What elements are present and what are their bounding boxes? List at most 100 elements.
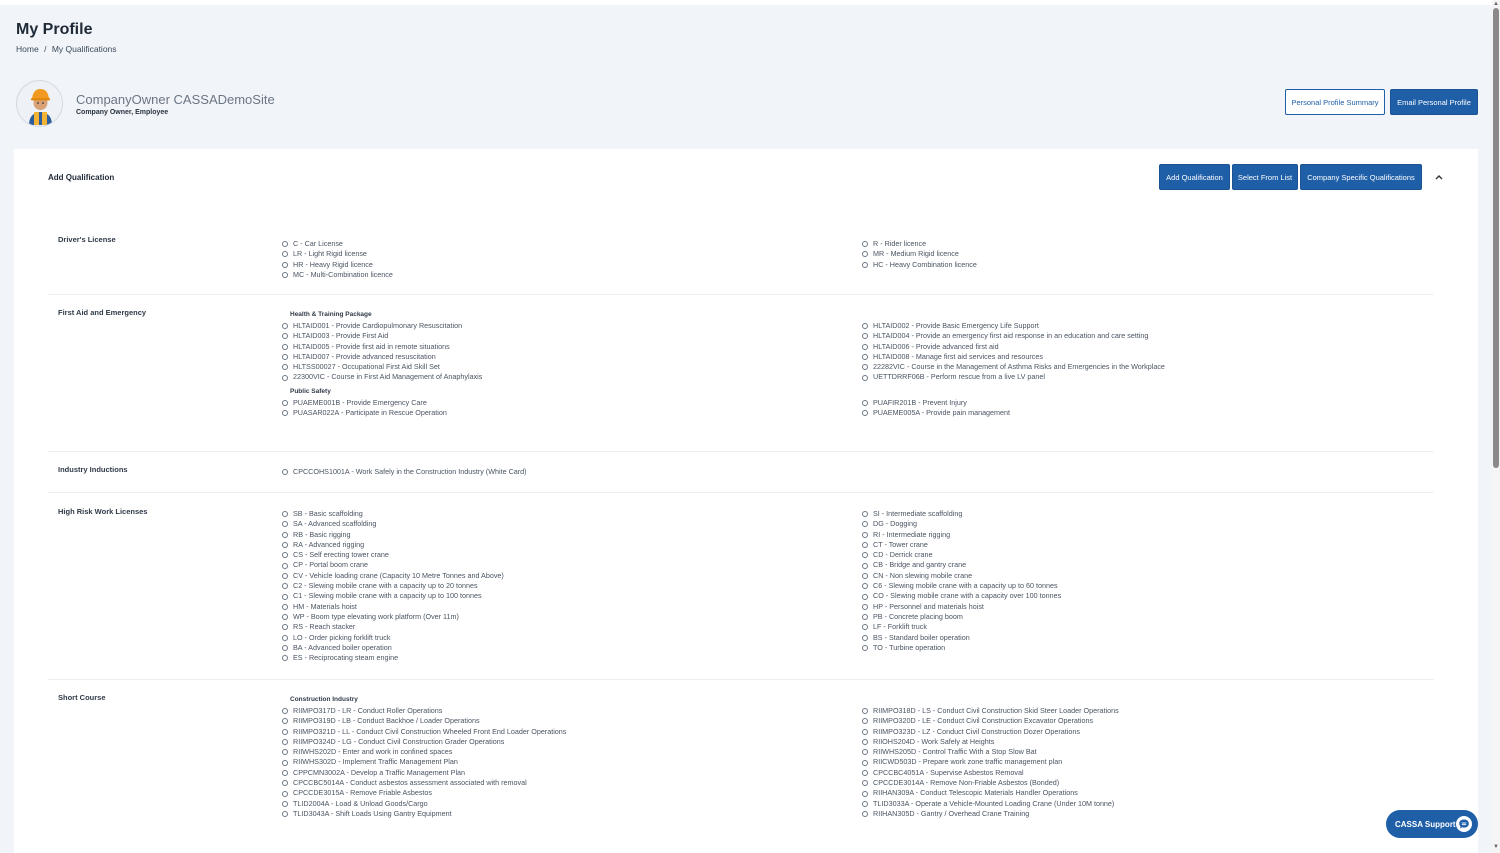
qualification-option[interactable]: CD - Derrick crane bbox=[862, 550, 1061, 560]
qualification-option[interactable]: SI - Intermediate scaffolding bbox=[862, 509, 1061, 519]
qualification-option[interactable]: HLTAID007 - Provide advanced resuscitati… bbox=[282, 352, 482, 362]
radio-icon[interactable] bbox=[282, 634, 288, 641]
radio-icon[interactable] bbox=[282, 728, 288, 735]
radio-icon[interactable] bbox=[282, 261, 288, 268]
qualification-option[interactable]: RIICWD503D - Prepare work zone traffic m… bbox=[862, 757, 1119, 767]
qualification-option[interactable]: TLID2004A - Load & Unload Goods/Cargo bbox=[282, 799, 566, 809]
qualification-option[interactable]: CO - Slewing mobile crane with a capacit… bbox=[862, 591, 1061, 601]
qualification-option[interactable]: HC - Heavy Combination licence bbox=[862, 260, 977, 270]
radio-icon[interactable] bbox=[282, 333, 288, 340]
radio-icon[interactable] bbox=[282, 531, 288, 538]
qualification-option[interactable]: RB - Basic rigging bbox=[282, 530, 504, 540]
radio-icon[interactable] bbox=[862, 323, 868, 330]
qualification-option[interactable]: UETTDRRF06B - Perform rescue from a live… bbox=[862, 372, 1165, 382]
radio-icon[interactable] bbox=[862, 780, 868, 787]
qualification-option[interactable]: HR - Heavy Rigid licence bbox=[282, 260, 393, 270]
radio-icon[interactable] bbox=[862, 645, 868, 651]
radio-icon[interactable] bbox=[862, 790, 868, 797]
qualification-option[interactable]: WP - Boom type elevating work platform (… bbox=[282, 612, 504, 622]
radio-icon[interactable] bbox=[862, 614, 868, 621]
radio-icon[interactable] bbox=[282, 749, 288, 756]
radio-icon[interactable] bbox=[282, 811, 288, 818]
qualification-option[interactable]: MR - Medium Rigid licence bbox=[862, 249, 977, 259]
qualification-option[interactable]: C6 - Slewing mobile crane with a capacit… bbox=[862, 581, 1061, 591]
qualification-option[interactable]: C2 - Slewing mobile crane with a capacit… bbox=[282, 581, 504, 591]
radio-icon[interactable] bbox=[282, 800, 288, 807]
radio-icon[interactable] bbox=[862, 552, 868, 559]
qualification-option[interactable]: RIIMPO321D - LL - Conduct Civil Construc… bbox=[282, 727, 566, 737]
radio-icon[interactable] bbox=[282, 645, 288, 651]
radio-icon[interactable] bbox=[282, 323, 288, 330]
qualification-option[interactable]: MC - Multi-Combination licence bbox=[282, 270, 393, 280]
cassa-support-button[interactable]: CASSA Support bbox=[1386, 810, 1478, 838]
qualification-option[interactable]: ES - Reciprocating steam engine bbox=[282, 653, 504, 663]
qualification-option[interactable]: RIIMPO317D - LR - Conduct Roller Operati… bbox=[282, 706, 566, 716]
radio-icon[interactable] bbox=[862, 634, 868, 641]
qualification-option[interactable]: CPPCMN3002A - Develop a Traffic Manageme… bbox=[282, 768, 566, 778]
qualification-option[interactable]: CPCCOHS1001A - Work Safely in the Constr… bbox=[282, 467, 527, 477]
radio-icon[interactable] bbox=[282, 521, 288, 528]
breadcrumb-home[interactable]: Home bbox=[16, 44, 39, 54]
radio-icon[interactable] bbox=[862, 593, 868, 600]
qualification-option[interactable]: HLTAID005 - Provide first aid in remote … bbox=[282, 342, 482, 352]
qualification-option[interactable]: RI - Intermediate rigging bbox=[862, 530, 1061, 540]
radio-icon[interactable] bbox=[862, 241, 868, 248]
radio-icon[interactable] bbox=[282, 603, 288, 610]
radio-icon[interactable] bbox=[282, 583, 288, 590]
qualification-option[interactable]: LF - Forklift truck bbox=[862, 622, 1061, 632]
qualification-option[interactable]: PUAEME001B - Provide Emergency Care bbox=[282, 398, 482, 408]
radio-icon[interactable] bbox=[862, 542, 868, 549]
qualification-option[interactable]: HP - Personnel and materials hoist bbox=[862, 602, 1061, 612]
qualification-option[interactable]: LR - Light Rigid license bbox=[282, 249, 393, 259]
qualification-option[interactable]: RIIMPO324D - LG - Conduct Civil Construc… bbox=[282, 737, 566, 747]
qualification-option[interactable]: C1 - Slewing mobile crane with a capacit… bbox=[282, 591, 504, 601]
qualification-option[interactable]: CT - Tower crane bbox=[862, 540, 1061, 550]
qualification-option[interactable]: CPCCBC4051A - Supervise Asbestos Removal bbox=[862, 768, 1119, 778]
qualification-option[interactable]: CPCCBC5014A - Conduct asbestos assessmen… bbox=[282, 778, 566, 788]
radio-icon[interactable] bbox=[282, 469, 288, 476]
radio-icon[interactable] bbox=[862, 624, 868, 631]
radio-icon[interactable] bbox=[282, 542, 288, 549]
qualification-option[interactable]: PUAEME005A - Provide pain management bbox=[862, 408, 1165, 418]
radio-icon[interactable] bbox=[282, 241, 288, 248]
qualification-option[interactable]: 22300VIC - Course in First Aid Managemen… bbox=[282, 372, 482, 382]
radio-icon[interactable] bbox=[862, 603, 868, 610]
qualification-option[interactable]: RS - Reach stacker bbox=[282, 622, 504, 632]
qualification-option[interactable]: LO - Order picking forklift truck bbox=[282, 633, 504, 643]
scroll-up-icon[interactable]: ▲ bbox=[1492, 0, 1500, 8]
radio-icon[interactable] bbox=[282, 511, 288, 518]
scroll-down-icon[interactable]: ▼ bbox=[1492, 843, 1500, 851]
chevron-up-icon[interactable] bbox=[1434, 173, 1446, 183]
qualification-option[interactable]: HLTAID006 - Provide advanced first aid bbox=[862, 342, 1165, 352]
radio-icon[interactable] bbox=[862, 354, 868, 361]
radio-icon[interactable] bbox=[282, 272, 288, 279]
qualification-option[interactable]: BA - Advanced boiler operation bbox=[282, 643, 504, 653]
radio-icon[interactable] bbox=[282, 572, 288, 579]
qualification-option[interactable]: TLID3033A - Operate a Vehicle-Mounted Lo… bbox=[862, 799, 1119, 809]
radio-icon[interactable] bbox=[282, 410, 288, 417]
qualification-option[interactable]: HLTAID004 - Provide an emergency first a… bbox=[862, 331, 1165, 341]
qualification-option[interactable]: R - Rider licence bbox=[862, 239, 977, 249]
qualification-option[interactable]: HLTAID008 - Manage first aid services an… bbox=[862, 352, 1165, 362]
qualification-option[interactable]: TO - Turbine operation bbox=[862, 643, 1061, 653]
radio-icon[interactable] bbox=[282, 614, 288, 621]
radio-icon[interactable] bbox=[862, 364, 868, 371]
qualification-option[interactable]: HM - Materials hoist bbox=[282, 602, 504, 612]
qualification-option[interactable]: CN - Non slewing mobile crane bbox=[862, 571, 1061, 581]
qualification-option[interactable]: RIIHAN309A - Conduct Telescopic Material… bbox=[862, 788, 1119, 798]
radio-icon[interactable] bbox=[282, 718, 288, 725]
radio-icon[interactable] bbox=[862, 749, 868, 756]
radio-icon[interactable] bbox=[862, 410, 868, 417]
radio-icon[interactable] bbox=[862, 708, 868, 715]
radio-icon[interactable] bbox=[282, 399, 288, 406]
radio-icon[interactable] bbox=[862, 562, 868, 569]
radio-icon[interactable] bbox=[282, 374, 288, 381]
radio-icon[interactable] bbox=[862, 728, 868, 735]
radio-icon[interactable] bbox=[282, 769, 288, 776]
add-qualification-button[interactable]: Add Qualification bbox=[1159, 164, 1230, 190]
radio-icon[interactable] bbox=[862, 811, 868, 818]
qualification-option[interactable]: RIIMPO319D - LB - Conduct Backhoe / Load… bbox=[282, 716, 566, 726]
qualification-option[interactable]: CP - Portal boom crane bbox=[282, 560, 504, 570]
qualification-option[interactable]: RIIOHS204D - Work Safely at Heights bbox=[862, 737, 1119, 747]
qualification-option[interactable]: HLTAID003 - Provide First Aid bbox=[282, 331, 482, 341]
